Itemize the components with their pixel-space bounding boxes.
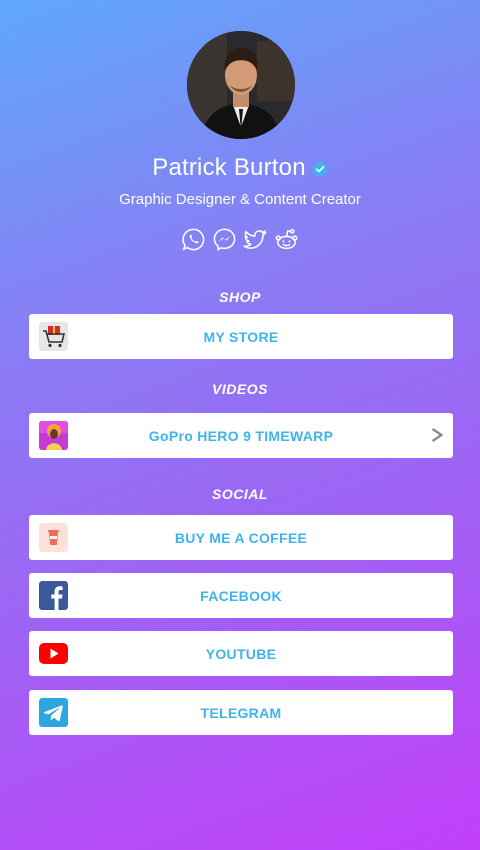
- link-label: YOUTUBE: [205, 645, 277, 662]
- link-gopro-video[interactable]: GoPro HERO 9 TIMEWARP: [29, 413, 453, 458]
- messenger-icon[interactable]: [212, 227, 237, 252]
- telegram-icon: [39, 698, 68, 727]
- shopping-cart-icon: [39, 322, 68, 351]
- link-label: TELEGRAM: [200, 704, 282, 721]
- link-label: GoPro HERO 9 TIMEWARP: [148, 427, 334, 444]
- facebook-icon: [39, 581, 68, 610]
- whatsapp-icon[interactable]: [181, 227, 206, 252]
- link-facebook[interactable]: FACEBOOK: [29, 573, 453, 618]
- verified-badge-icon: [312, 162, 327, 176]
- section-title-social: SOCIAL: [212, 486, 268, 502]
- coffee-cup-icon: [39, 523, 68, 552]
- reddit-icon[interactable]: [274, 227, 299, 252]
- video-thumbnail: [39, 421, 68, 450]
- link-label: BUY ME A COFFEE: [174, 529, 308, 546]
- link-label: FACEBOOK: [200, 587, 282, 604]
- profile-avatar: [187, 31, 295, 139]
- link-label: MY STORE: [203, 328, 279, 345]
- social-icons: [0, 227, 480, 252]
- section-title-videos: VIDEOS: [212, 381, 268, 397]
- profile-bio: Graphic Designer & Content Creator: [119, 191, 361, 208]
- link-youtube[interactable]: YOUTUBE: [29, 631, 453, 676]
- chevron-right-icon: [431, 428, 443, 442]
- section-title-shop: SHOP: [219, 289, 261, 305]
- twitter-icon[interactable]: [243, 227, 268, 252]
- link-my-store[interactable]: MY STORE: [29, 314, 453, 359]
- profile-name: Patrick Burton: [152, 154, 306, 181]
- link-buy-me-a-coffee[interactable]: BUY ME A COFFEE: [29, 515, 453, 560]
- link-telegram[interactable]: TELEGRAM: [29, 690, 453, 735]
- youtube-icon: [39, 639, 68, 668]
